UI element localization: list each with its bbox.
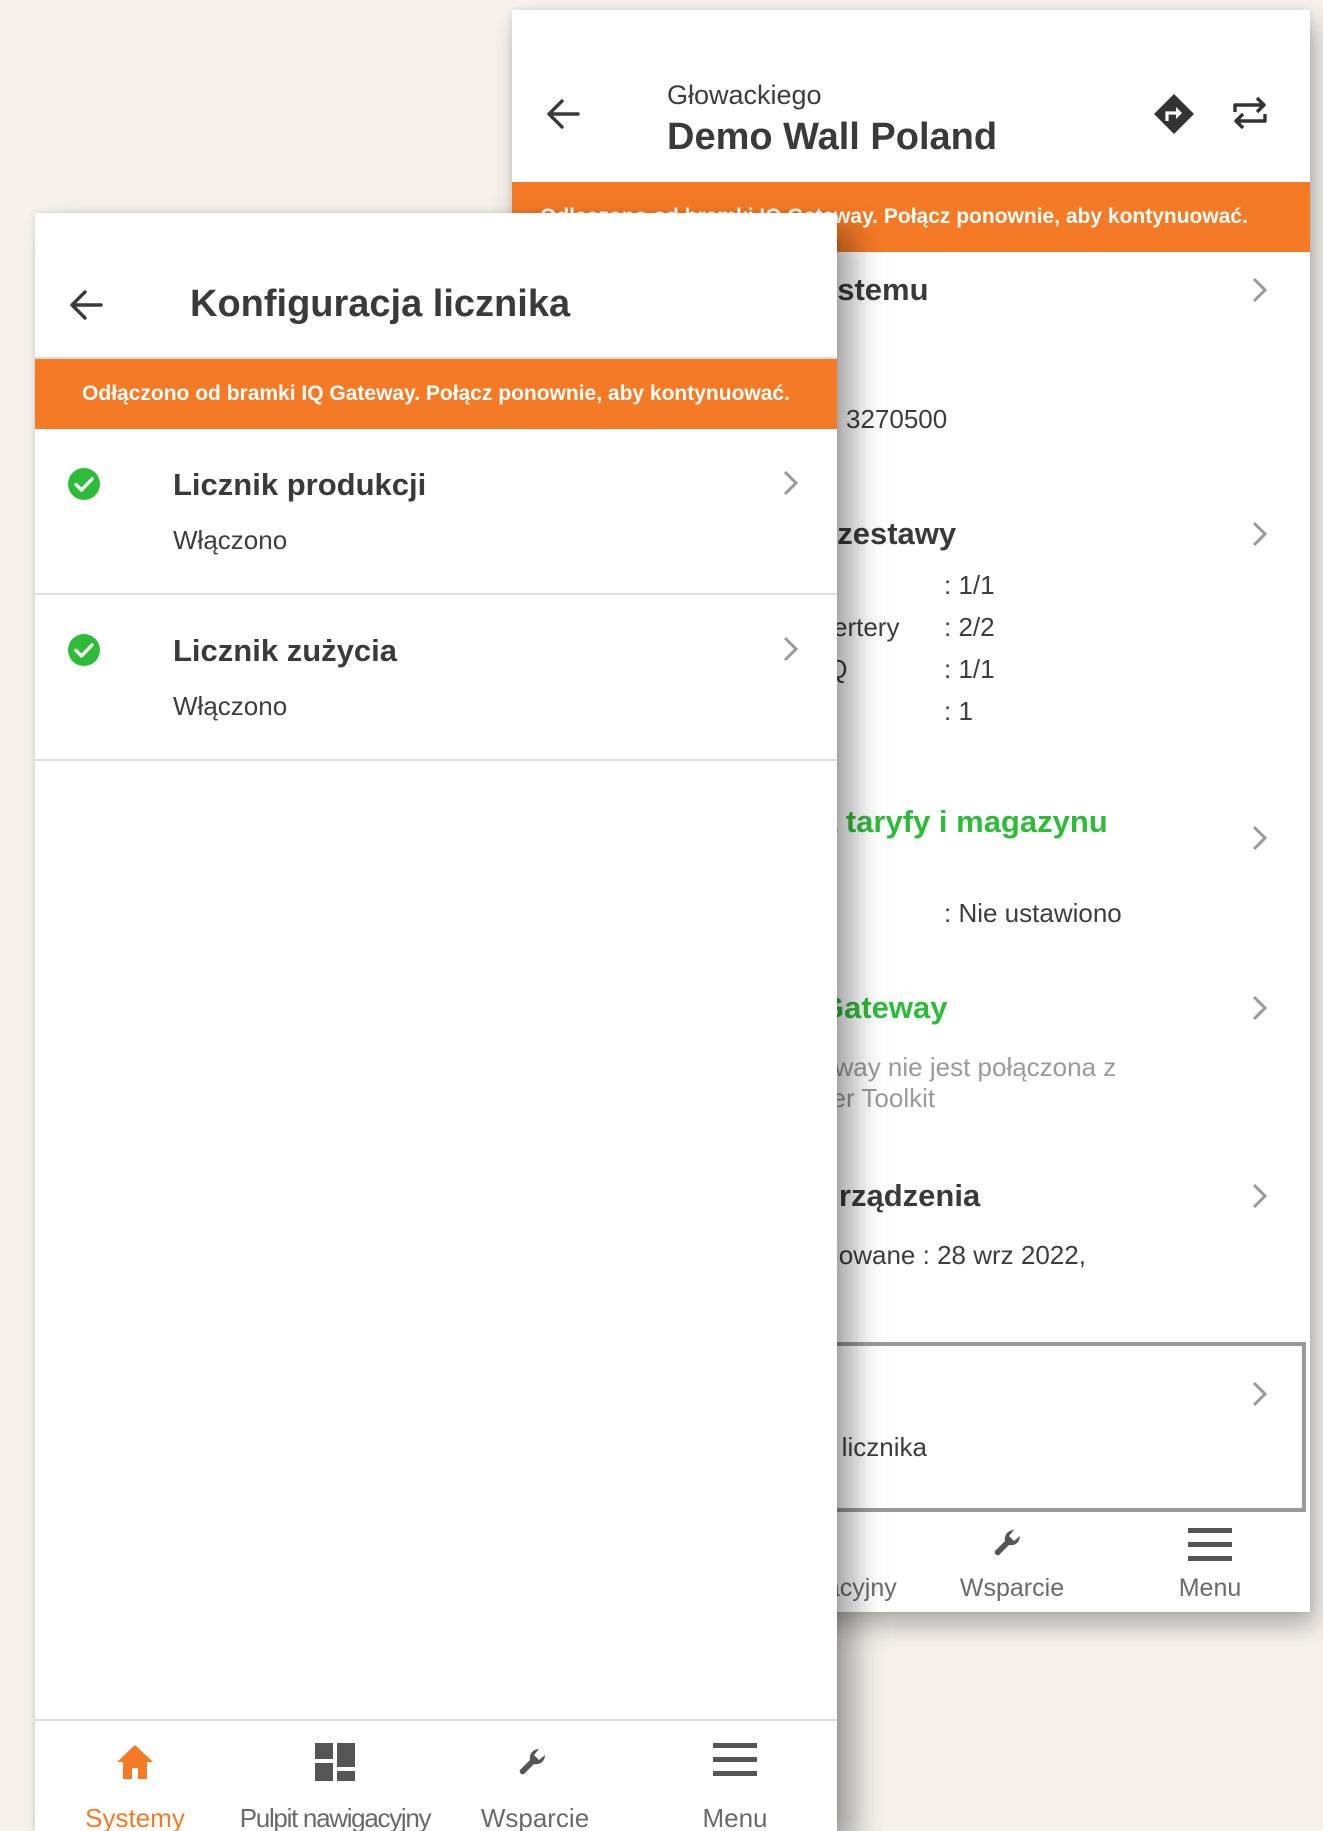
section-title-devices-update[interactable]: urządzenia	[820, 1178, 980, 1214]
list-item-production-meter[interactable]: Licznik produkcji Włączono	[35, 429, 837, 595]
row-title: Licznik produkcji	[173, 467, 427, 502]
chevron-right-icon[interactable]	[1250, 520, 1270, 548]
check-circle-icon	[67, 467, 101, 501]
chevron-right-icon[interactable]	[1250, 1182, 1270, 1210]
chevron-right-icon[interactable]	[781, 635, 801, 663]
check-circle-icon	[67, 633, 101, 667]
system-id-text: ji: 3270500	[820, 404, 948, 434]
tab-label: Wsparcie	[480, 1803, 590, 1831]
system-name: Demo Wall Poland	[667, 116, 998, 158]
dashboard-icon	[315, 1743, 355, 1781]
tab-menu[interactable]: Menu	[635, 1721, 835, 1831]
back-arrow-icon[interactable]	[69, 289, 103, 321]
tab-dashboard[interactable]: Pulpit nawigacyjny	[235, 1721, 435, 1831]
gateway-status-text: ller Toolkit	[820, 1083, 936, 1113]
chevron-right-icon[interactable]	[781, 469, 801, 497]
disconnected-banner: Odłączono od bramki IQ Gateway. Połącz p…	[35, 359, 837, 429]
chevron-right-icon[interactable]	[1250, 994, 1270, 1022]
tab-menu-label[interactable]: Menu	[1152, 1574, 1268, 1603]
system-header: Głowackiego Demo Wall Poland	[512, 10, 1310, 182]
tariff-value: : Nie ustawiono	[944, 898, 1122, 928]
screen-header: Konfiguracja licznika	[35, 213, 837, 359]
switch-icon[interactable]	[1230, 94, 1270, 132]
tab-label: Systemy	[85, 1803, 185, 1831]
row-status: Włączono	[173, 691, 288, 721]
row-status: Włączono	[173, 525, 288, 555]
device-row-value: : 2/2	[944, 612, 995, 642]
gateway-status-text: eway nie jest połączona z	[820, 1052, 1117, 1082]
tab-label: Pulpit nawigacyjny	[239, 1803, 432, 1831]
device-row-value: : 1/1	[944, 570, 995, 600]
chevron-right-icon[interactable]	[1250, 1380, 1270, 1408]
device-row-value: : 1	[944, 696, 973, 726]
section-title-tariff[interactable]: a taryfy i magazynu	[820, 804, 1108, 840]
meter-configuration-screen: Konfiguracja licznika Odłączono od bramk…	[35, 213, 837, 1831]
site-address: Głowackiego	[667, 80, 822, 110]
tab-systems[interactable]: Systemy	[35, 1721, 235, 1831]
section-title-devices[interactable]: i zestawy	[820, 516, 956, 552]
chevron-right-icon[interactable]	[1250, 276, 1270, 304]
menu-icon[interactable]	[1188, 1528, 1232, 1562]
list-item-consumption-meter[interactable]: Licznik zużycia Włączono	[35, 595, 837, 761]
row-title: Licznik zużycia	[173, 633, 397, 668]
wrench-icon[interactable]	[990, 1524, 1030, 1564]
chevron-right-icon[interactable]	[1250, 824, 1270, 852]
tab-support[interactable]: Wsparcie	[435, 1721, 635, 1831]
menu-icon	[713, 1743, 757, 1777]
device-row-value: : 1/1	[944, 654, 995, 684]
update-date-text: cjowane : 28 wrz 2022,	[820, 1240, 1086, 1270]
back-arrow-icon[interactable]	[546, 98, 580, 130]
directions-icon[interactable]	[1152, 92, 1196, 136]
tab-support-label[interactable]: Wsparcie	[952, 1574, 1072, 1603]
tab-label: Menu	[702, 1803, 768, 1831]
wrench-icon	[515, 1743, 555, 1783]
tab-bar: Systemy Pulpit nawigacyjny Wsparcie Menu	[35, 1719, 837, 1831]
section-title-gateway[interactable]: Gateway	[820, 990, 948, 1026]
page-title: Konfiguracja licznika	[190, 283, 571, 325]
home-icon	[115, 1743, 155, 1781]
